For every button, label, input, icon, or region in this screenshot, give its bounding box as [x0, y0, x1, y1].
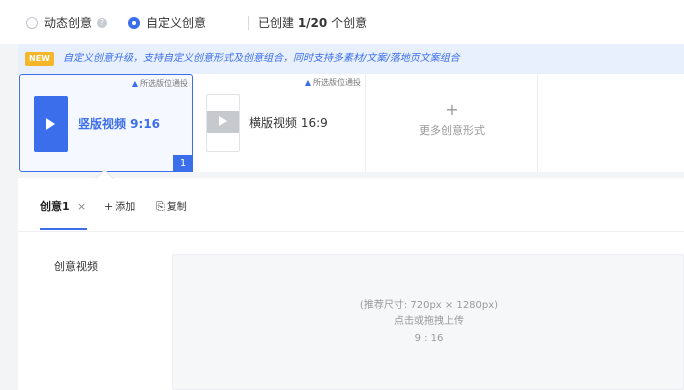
copy-label: 复制: [166, 202, 187, 213]
help-icon[interactable]: ?: [97, 18, 107, 28]
count-prefix: 已创建: [258, 16, 298, 30]
card-more-formats[interactable]: + 更多创意形式: [366, 74, 538, 172]
selected-count-badge: 1: [173, 155, 193, 172]
play-icon: [219, 116, 227, 126]
placement-tag-text: 所选版位通投: [140, 79, 188, 88]
tab-creative-1[interactable]: 创意1: [40, 200, 70, 214]
active-tab-indicator: [40, 228, 87, 230]
horizontal-video-thumbnail: [206, 94, 240, 152]
upgrade-banner: NEW 自定义创意升级，支持自定义创意形式及创意组合，同时支持多素材/文案/落地…: [18, 44, 684, 74]
copy-icon: ⎘: [156, 200, 165, 213]
creative-count: 已创建 1/20 个创意: [258, 14, 367, 32]
count-value: 1/20: [297, 16, 328, 30]
creative-mode-row: 动态创意 ? 自定义创意 已创建 1/20 个创意: [0, 0, 684, 44]
card-horizontal-video[interactable]: ▲ 所选版位通投 横版视频 16:9: [193, 74, 366, 172]
video-upload-area[interactable]: (推荐尺寸: 720px × 1280px) 点击或拖拽上传 9 : 16: [172, 254, 684, 390]
play-icon: [46, 118, 55, 130]
new-badge: NEW: [25, 52, 54, 66]
creative-editor: 动态创意 ? 自定义创意 已创建 1/20 个创意 NEW 自定义创意升级，支持…: [0, 0, 684, 390]
count-suffix: 个创意: [327, 16, 368, 30]
plus-icon: +: [445, 100, 459, 119]
placement-tag-text: 所选版位通投: [313, 78, 361, 87]
radio-dynamic-label[interactable]: 动态创意: [44, 14, 92, 32]
divider: [248, 16, 249, 30]
thumbnail-bar: [207, 111, 239, 133]
upload-action-text: 点击或拖拽上传: [394, 316, 464, 327]
more-formats-label: 更多创意形式: [419, 124, 485, 137]
upload-size-hint: (推荐尺寸: 720px × 1280px): [359, 300, 499, 311]
card-vertical-video[interactable]: ▲ 所选版位通投 竖版视频 9:16 1: [19, 74, 193, 172]
radio-custom-label[interactable]: 自定义创意: [146, 14, 206, 32]
placement-tag: ▲ 所选版位通投: [132, 78, 188, 89]
creative-format-cards: ▲ 所选版位通投 竖版视频 9:16 1 ▲ 所选版位通投 横版视频 16:9 + …: [18, 74, 684, 172]
fire-icon: ▲: [131, 79, 138, 88]
copy-creative-button[interactable]: ⎘ 复制: [156, 200, 187, 215]
horizontal-video-label: 横版视频 16:9: [249, 116, 328, 130]
radio-dynamic-creative[interactable]: [26, 17, 38, 29]
add-label: 添加: [115, 202, 136, 213]
placement-tag: ▲ 所选版位通投: [305, 77, 361, 88]
vertical-video-label: 竖版视频 9:16: [78, 117, 161, 131]
tabs-divider: [18, 231, 684, 232]
add-creative-button[interactable]: + 添加: [104, 200, 135, 215]
vertical-video-thumbnail: [34, 96, 68, 152]
plus-icon: +: [104, 200, 114, 213]
close-icon[interactable]: ×: [77, 200, 86, 214]
field-label-creative-video: 创意视频: [54, 260, 98, 273]
upload-ratio-text: 9 : 16: [414, 333, 444, 344]
fire-icon: ▲: [304, 78, 311, 87]
banner-text: 自定义创意升级，支持自定义创意形式及创意组合，同时支持多素材/文案/落地页文案组…: [63, 53, 460, 64]
radio-custom-creative[interactable]: [128, 17, 140, 29]
